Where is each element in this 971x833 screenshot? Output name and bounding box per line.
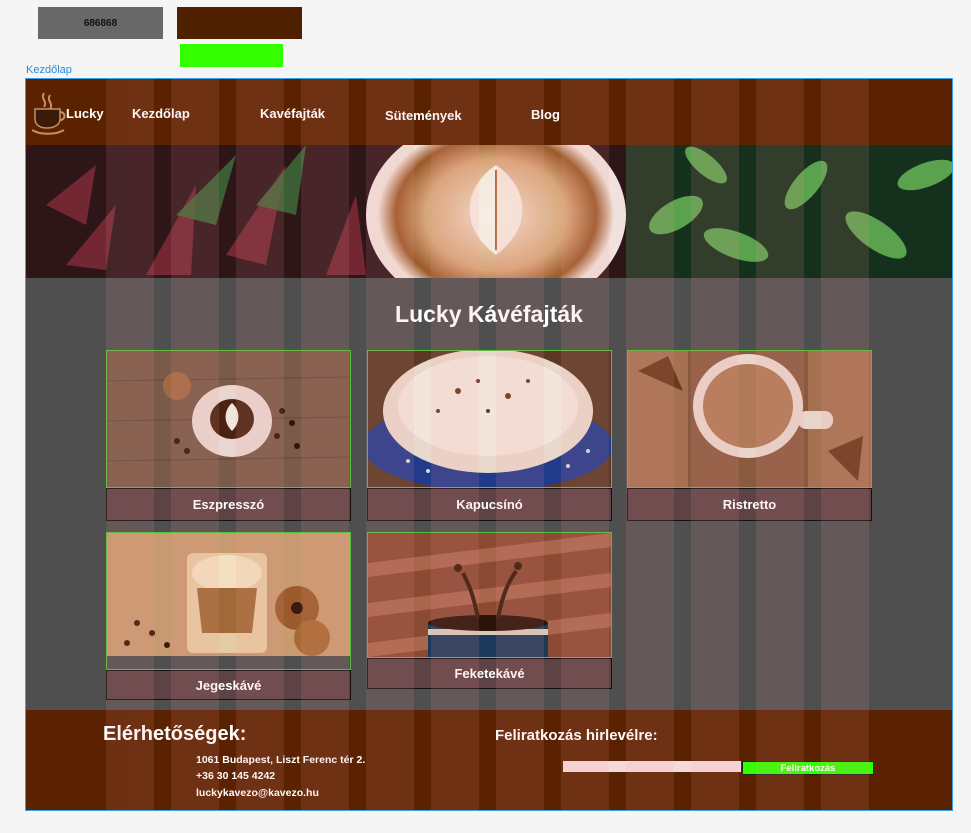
- card-image: [106, 532, 351, 670]
- brand-name[interactable]: Lucky: [66, 106, 104, 121]
- coffee-card-kapucsino[interactable]: Kapucsínó: [367, 350, 612, 521]
- page-frame: Lucky Kezdőlap Kavéfajták Sütemények Blo…: [25, 78, 953, 811]
- card-label: Jegeskávé: [106, 670, 351, 700]
- hero-image: [26, 145, 952, 278]
- contact-address: 1061 Budapest, Liszt Ferenc tér 2.: [196, 754, 366, 766]
- hero-banner: [26, 145, 952, 278]
- card-label: Ristretto: [627, 488, 872, 521]
- contact-email[interactable]: luckykavezo@kavezo.hu: [196, 787, 319, 799]
- newsletter-email-input[interactable]: [563, 761, 741, 772]
- color-swatch-brown: [177, 7, 302, 39]
- card-image: [367, 350, 612, 488]
- newsletter-title: Feliratkozás hirlevélre:: [495, 727, 658, 744]
- coffee-card-feketekave[interactable]: Feketekávé: [367, 532, 612, 689]
- card-label: Kapucsínó: [367, 488, 612, 521]
- swatch-hex-label: 686868: [83, 17, 118, 29]
- color-swatch-grey: 686868: [38, 7, 163, 39]
- coffee-card-eszpresszo[interactable]: Eszpresszó: [106, 350, 351, 521]
- frame-label[interactable]: Kezdőlap: [26, 64, 72, 76]
- card-label: Eszpresszó: [106, 488, 351, 521]
- contact-title: Elérhetőségek:: [103, 723, 247, 745]
- section-title: Lucky Kávéfajták: [395, 301, 583, 327]
- nav-link-kezdolap[interactable]: Kezdőlap: [132, 106, 190, 121]
- nav-link-blog[interactable]: Blog: [531, 107, 560, 122]
- contact-phone[interactable]: +36 30 145 4242: [196, 770, 275, 782]
- coffee-card-jegeskave[interactable]: Jegeskávé: [106, 532, 351, 700]
- navbar: Lucky Kezdőlap Kavéfajták Sütemények Blo…: [26, 79, 952, 145]
- nav-link-kavefajtak[interactable]: Kavéfajták: [260, 106, 325, 121]
- coffee-cup-logo-icon[interactable]: [30, 91, 66, 135]
- subscribe-button[interactable]: Feliratkozás: [742, 761, 874, 775]
- card-image: [106, 350, 351, 488]
- nav-link-sutemenyek[interactable]: Sütemények: [385, 108, 462, 123]
- footer: Elérhetőségek: 1061 Budapest, Liszt Fere…: [26, 710, 952, 810]
- card-image: [627, 350, 872, 488]
- color-swatch-green: [180, 44, 283, 67]
- card-label: Feketekávé: [367, 658, 612, 689]
- card-image: [367, 532, 612, 658]
- coffee-card-ristretto[interactable]: Ristretto: [627, 350, 872, 521]
